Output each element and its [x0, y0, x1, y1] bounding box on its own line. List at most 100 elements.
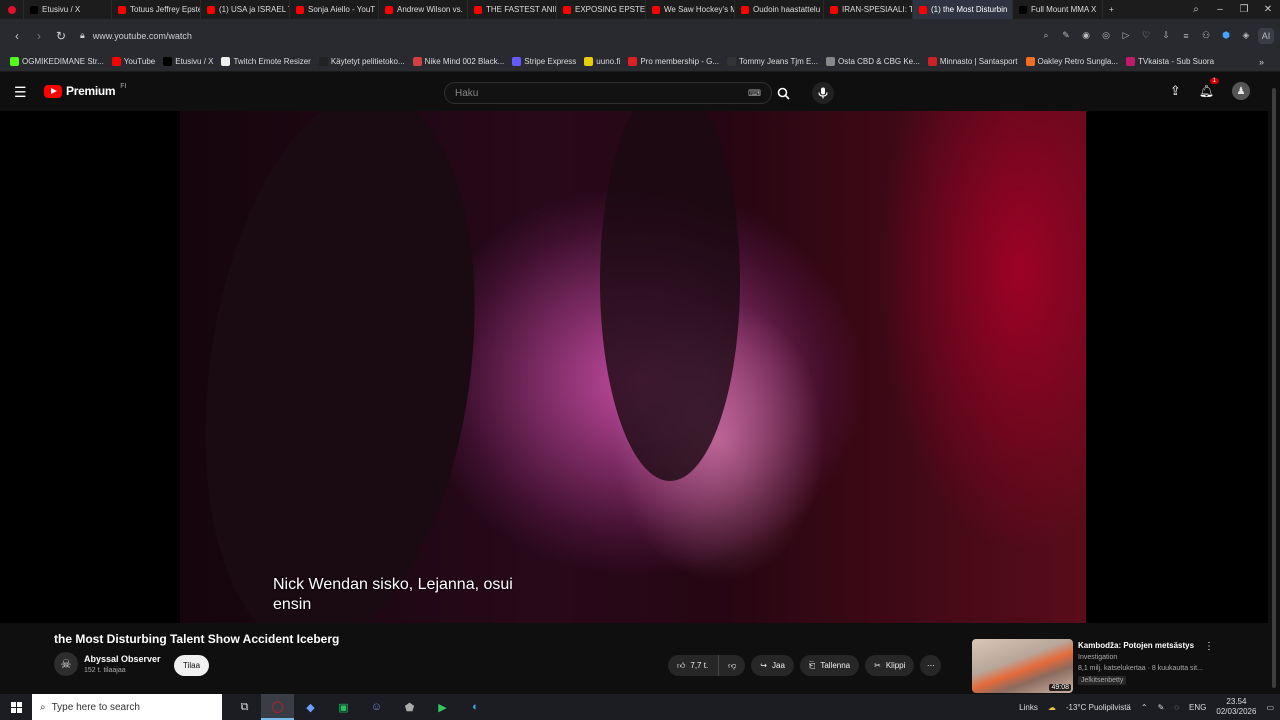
edit-icon[interactable]: ✎: [1058, 28, 1074, 44]
heart-icon[interactable]: ♡: [1138, 28, 1154, 44]
recommended-title[interactable]: Kambodža: Potojen metsästys: [1078, 641, 1194, 650]
browser-tab[interactable]: Full Mount MMA X: [1013, 0, 1103, 19]
channel-name[interactable]: Abyssal Observer: [84, 654, 161, 664]
task-view-icon[interactable]: ⧉: [228, 694, 261, 720]
channel-avatar[interactable]: ☠: [54, 652, 78, 676]
bookmark-item[interactable]: YouTube: [108, 57, 159, 66]
profile-icon[interactable]: ⚇: [1198, 28, 1214, 44]
bookmark-item[interactable]: Nike Mind 002 Black...: [409, 57, 509, 66]
browser-tab[interactable]: Andrew Wilson vs.: [379, 0, 468, 19]
bookmark-item[interactable]: Etusivu / X: [159, 57, 217, 66]
subscribe-button[interactable]: Tilaa: [174, 655, 210, 676]
download-icon[interactable]: ⇩: [1158, 28, 1174, 44]
new-tab-button[interactable]: +: [1103, 0, 1120, 19]
language-indicator[interactable]: ENG: [1189, 703, 1206, 712]
discord-taskbar-icon[interactable]: ☺: [360, 694, 393, 720]
bookmark-item[interactable]: Twitch Emote Resizer: [217, 57, 314, 66]
bookmark-item[interactable]: Minnasto | Santasport: [924, 57, 1022, 66]
reload-icon[interactable]: ↻: [50, 29, 72, 43]
pen-icon[interactable]: ✎: [1158, 703, 1165, 712]
bookmark-item[interactable]: Osta CBD & CBG Ke...: [822, 57, 924, 66]
play-icon[interactable]: ▷: [1118, 28, 1134, 44]
browser-tab[interactable]: Etusivu / X: [24, 0, 112, 19]
browser-tab[interactable]: THE FASTEST ANIM: [468, 0, 557, 19]
voice-search-button[interactable]: [812, 82, 834, 104]
video-player[interactable]: [0, 111, 1268, 623]
like-button[interactable]: 👍︎ 7,7 t.: [668, 655, 720, 676]
app-taskbar-icon[interactable]: ◆: [294, 694, 327, 720]
url-field[interactable]: 🔒︎ www.youtube.com/watch: [80, 30, 1038, 41]
browser-tab[interactable]: Oudoin haastattelu: [735, 0, 824, 19]
recommended-video[interactable]: 49:08 Kambodža: Potojen metsästys Invest…: [972, 639, 1232, 693]
edge-taskbar-icon[interactable]: ◐: [459, 694, 492, 720]
search-input[interactable]: [455, 87, 748, 99]
recommended-channel[interactable]: Investigation: [1078, 654, 1117, 661]
video-frame[interactable]: [180, 111, 1086, 623]
url-text[interactable]: www.youtube.com/watch: [93, 31, 192, 41]
bookmark-item[interactable]: Pro membership - G...: [624, 57, 723, 66]
browser-tab[interactable]: EXPOSING EPSTEIN: [557, 0, 646, 19]
zoom-icon[interactable]: ⌕: [1038, 28, 1054, 44]
opera-taskbar-icon[interactable]: ◯: [261, 694, 294, 720]
tab-favicon-icon: [385, 5, 393, 14]
minimize-icon[interactable]: –: [1208, 4, 1232, 15]
scrollbar-thumb[interactable]: [1272, 88, 1276, 688]
youtube-premium-logo[interactable]: Premium FI: [44, 83, 127, 98]
links-toolbar[interactable]: Links: [1019, 703, 1038, 712]
search-button[interactable]: [770, 82, 796, 104]
bookmark-item[interactable]: TVkaista - Sub Suora: [1122, 57, 1218, 66]
vpn-icon[interactable]: ◎: [1098, 28, 1114, 44]
forward-icon[interactable]: ›: [28, 29, 50, 43]
extension-icon[interactable]: ⬢: [1218, 28, 1234, 44]
weather-text[interactable]: -13°C Puolipilvistä: [1066, 703, 1131, 712]
back-icon[interactable]: ‹: [6, 29, 28, 43]
save-label: Tallenna: [820, 661, 851, 670]
bookmarks-more-icon[interactable]: »: [1259, 57, 1264, 67]
recommended-menu-icon[interactable]: ⋮: [1204, 641, 1214, 652]
close-icon[interactable]: ✕: [1256, 4, 1280, 15]
chat-taskbar-icon[interactable]: ▣: [327, 694, 360, 720]
more-actions-button[interactable]: ⋯: [920, 655, 942, 676]
browser-tab[interactable]: IRAN-SPESIAALI: Tr: [824, 0, 913, 19]
browser-tab[interactable]: We Saw Hockey's M: [646, 0, 735, 19]
save-button[interactable]: ⎗ Tallenna: [799, 655, 860, 676]
restore-icon[interactable]: ❐: [1232, 4, 1256, 15]
bookmark-item[interactable]: Oakley Retro Sunglа...: [1022, 57, 1122, 66]
clock[interactable]: 23.54 02/03/2026: [1216, 697, 1256, 717]
upload-icon[interactable]: ⇪: [1170, 83, 1181, 99]
browser-tab[interactable]: Totuus Jeffrey Epste: [112, 0, 201, 19]
search-tabs-icon[interactable]: ⌕: [1184, 4, 1208, 15]
app2-taskbar-icon[interactable]: ⬟: [393, 694, 426, 720]
cube-icon[interactable]: ◈: [1238, 28, 1254, 44]
tray-chevron-icon[interactable]: ⌃: [1141, 703, 1148, 712]
share-button[interactable]: ↪ Jaa: [751, 655, 794, 676]
start-button[interactable]: [0, 701, 32, 713]
ai-button[interactable]: AI: [1258, 27, 1274, 44]
taskbar-search[interactable]: ⌕ Type here to search: [32, 694, 222, 720]
bookmark-item[interactable]: Käytetyt pelitietoko...: [315, 57, 409, 66]
browser-tab[interactable]: (1) the Most Disturbin: [913, 0, 1013, 19]
browser-tab[interactable]: Sonja Aiello - YouT: [290, 0, 379, 19]
hamburger-menu-icon[interactable]: ☰: [14, 84, 27, 101]
bookmark-item[interactable]: uuno.fi: [580, 57, 624, 66]
keyboard-icon[interactable]: ⌨: [748, 88, 761, 99]
bookmark-item[interactable]: Tommy Jeans Tjm E...: [723, 57, 822, 66]
bookmark-favicon-icon: [927, 57, 937, 66]
recommended-thumbnail[interactable]: 49:08: [972, 639, 1073, 693]
play-taskbar-icon[interactable]: ▶: [426, 694, 459, 720]
clock-time: 23.54: [1226, 697, 1247, 706]
page-scrollbar[interactable]: [1268, 72, 1280, 694]
notifications-button[interactable]: 🔔︎ 1: [1199, 78, 1219, 100]
opera-menu-icon[interactable]: [0, 0, 24, 19]
bookmark-item[interactable]: Stripe Express: [508, 57, 580, 66]
account-avatar[interactable]: ♟: [1232, 82, 1250, 100]
bookmark-item[interactable]: OGMIKEDIMANE Str...: [6, 57, 108, 66]
tab-favicon-icon: [652, 5, 660, 14]
dislike-button[interactable]: 👎︎: [719, 655, 746, 676]
menu-icon[interactable]: ≡: [1178, 28, 1194, 44]
browser-tab[interactable]: (1) USA ja ISRAEL T: [201, 0, 290, 19]
camera-icon[interactable]: ◉: [1078, 28, 1094, 44]
clip-button[interactable]: ✂ Klippi: [865, 655, 915, 676]
network-icon[interactable]: ◌: [1174, 703, 1179, 712]
notification-center-icon[interactable]: ▭: [1266, 703, 1274, 712]
